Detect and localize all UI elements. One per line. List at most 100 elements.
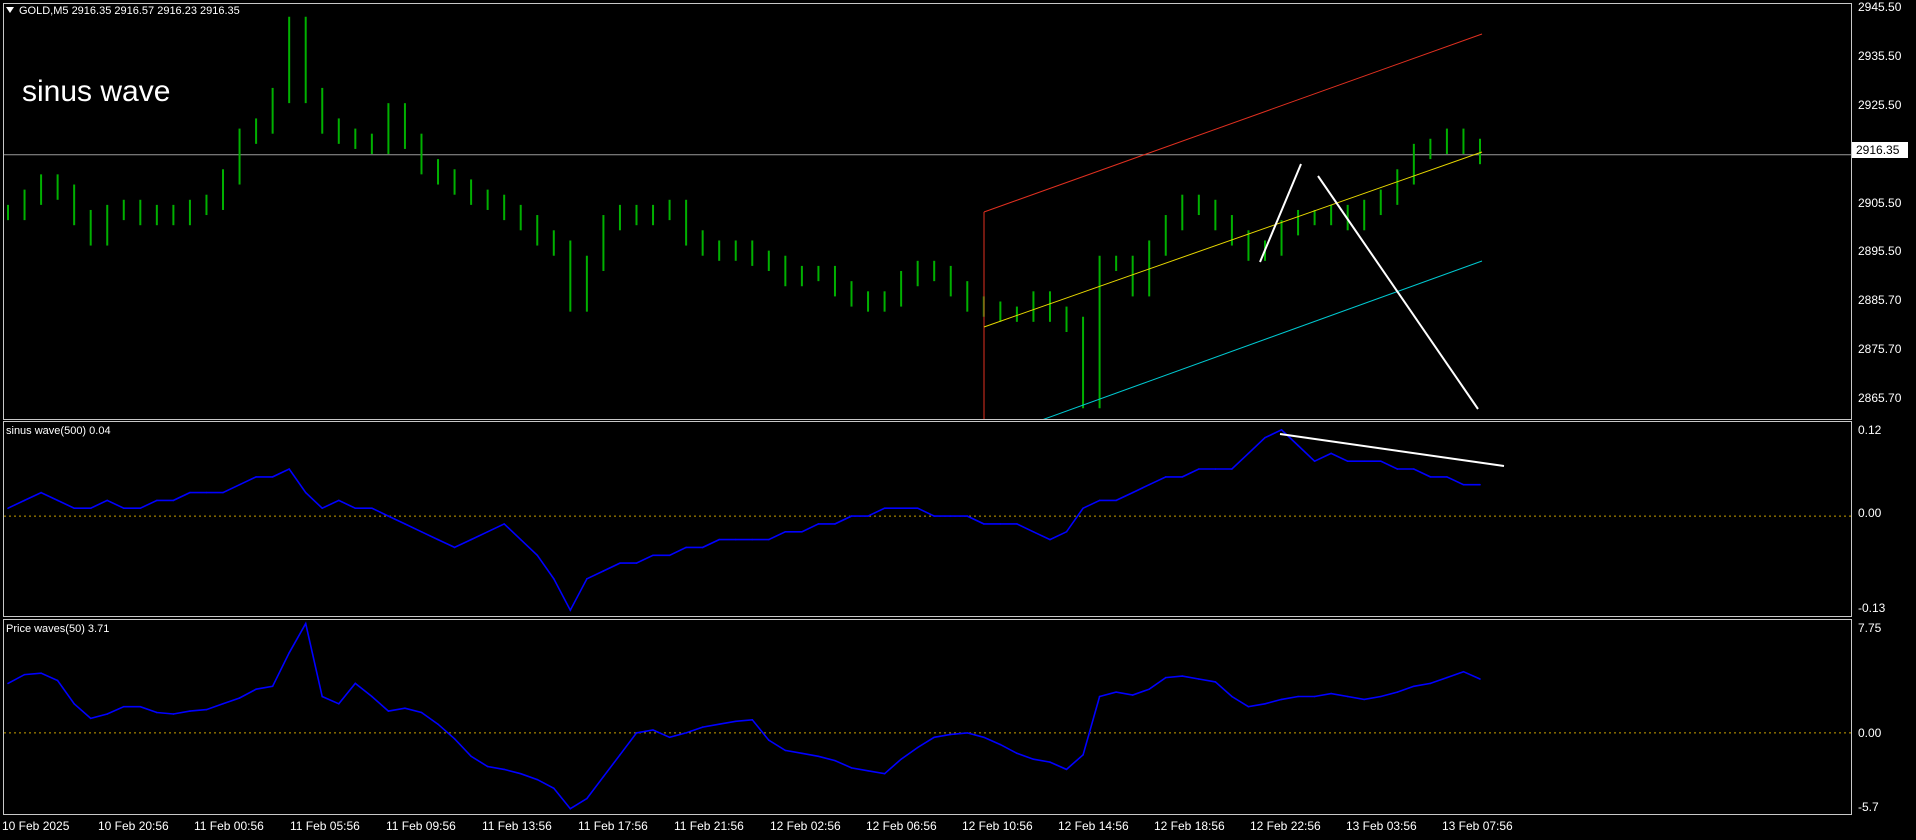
indicator-point [1313,695,1316,698]
trendline-up [1259,163,1302,263]
indicator-point [1462,483,1465,486]
indicator-point [1280,698,1283,701]
trading-terminal: GOLD,M5 2916.35 2916.57 2916.23 2916.35 … [0,0,1916,840]
indicator-point [1164,676,1167,679]
indicator-point [1049,538,1051,541]
price-waves-canvas[interactable] [4,620,1852,815]
indicator-point [387,710,390,712]
indicator-pane-sinus[interactable] [3,421,1852,617]
price-chart-canvas[interactable] [4,4,1852,420]
indicator-point [1429,682,1432,685]
indicator-point [784,530,787,533]
indicator-point [834,759,836,762]
indicator-point [1214,468,1217,470]
indicator-point [536,778,539,781]
indicator-point [900,507,902,510]
indicator-point [1297,444,1299,447]
indicator-point [1231,468,1233,470]
indicator-point [1032,758,1035,760]
main-chart-pane[interactable] [3,3,1852,420]
indicator-pane-price-waves[interactable] [3,619,1852,815]
indicator-point [337,702,340,705]
indicator-point [321,695,324,698]
indicator-point [801,752,803,755]
waves-axis-label: 7.75 [1858,621,1882,635]
indicator-point [1164,476,1167,478]
indicator-point [189,710,191,712]
indicator-point [635,562,638,564]
time-axis-label: 10 Feb 2025 [2,819,70,833]
indicator-point [371,507,373,510]
indicator-point [122,507,125,510]
time-axis-label: 11 Feb 13:56 [482,819,552,833]
time-axis-label: 12 Feb 14:56 [1058,819,1129,833]
indicator-point [1131,694,1134,696]
indicator-point [1280,429,1283,431]
indicator-point [420,530,423,533]
indicator-point [503,523,505,525]
current-price-tag: 2916.35 [1852,142,1908,158]
indicator-point [966,515,969,517]
indicator-point [304,491,307,494]
time-axis-label: 11 Feb 09:56 [386,819,456,833]
chevron-down-icon[interactable] [6,7,14,13]
indicator-point [1446,476,1448,478]
indicator-point [1363,460,1366,462]
indicator-title-sinus: sinus wave(500) 0.04 [6,425,111,437]
indicator-point [40,672,42,674]
indicator-point [7,507,9,510]
price-axis-label: 2865.70 [1858,391,1902,405]
indicator-point [652,729,654,731]
indicator-point [122,705,125,708]
indicator-point [834,523,836,525]
time-axis-label: 11 Feb 00:56 [194,819,264,833]
indicator-point [56,499,59,502]
indicator-point [867,770,869,772]
indicator-point [602,570,605,572]
waves-axis-label: -5.7 [1858,800,1879,814]
indicator-point [1446,676,1448,679]
indicator-point [255,688,257,691]
indicator-point [1396,468,1399,470]
indicator-point [701,546,704,549]
indicator-point [817,523,820,525]
indicator-point [1098,499,1101,502]
indicator-point [1049,761,1051,763]
indicator-point [1346,460,1349,462]
indicator-point [768,739,770,742]
indicator-point [668,736,671,739]
indicator-point [139,507,142,510]
price-axis-label: 2905.50 [1858,196,1902,210]
indicator-point [1016,523,1018,525]
indicator-point [1148,688,1151,691]
indicator-point [1198,678,1200,680]
indicator-point [404,523,406,525]
symbol-info-text: GOLD,M5 2916.35 2916.57 2916.23 2916.35 [19,5,240,17]
indicator-point [387,515,390,517]
indicator-point [222,491,224,494]
sinus-wave-canvas[interactable] [4,422,1852,617]
channel-upper-line [983,33,1483,213]
indicator-point [139,705,142,708]
indicator-point [552,578,555,580]
time-axis-label: 12 Feb 10:56 [962,819,1033,833]
indicator-point [751,719,754,721]
indicator-point [619,562,621,564]
indicator-point [983,736,985,739]
chart-annotation-text[interactable]: sinus wave [22,75,170,109]
indicator-point [718,723,720,725]
indicator-point [1098,695,1101,698]
price-axis-label: 2935.50 [1858,49,1902,63]
waves-axis-label: 0.00 [1858,726,1882,740]
time-axis-label: 12 Feb 22:56 [1250,819,1321,833]
indicator-point [1264,436,1266,439]
indicator-point [850,515,853,517]
indicator-point [1115,499,1117,502]
indicator-point [1313,460,1316,462]
sinus-axis-label: 0.00 [1858,506,1882,520]
indicator-point [470,538,472,541]
indicator-point [453,546,456,549]
indicator-point [437,538,439,541]
trendline-down [1317,175,1479,410]
indicator-point [1247,452,1250,455]
